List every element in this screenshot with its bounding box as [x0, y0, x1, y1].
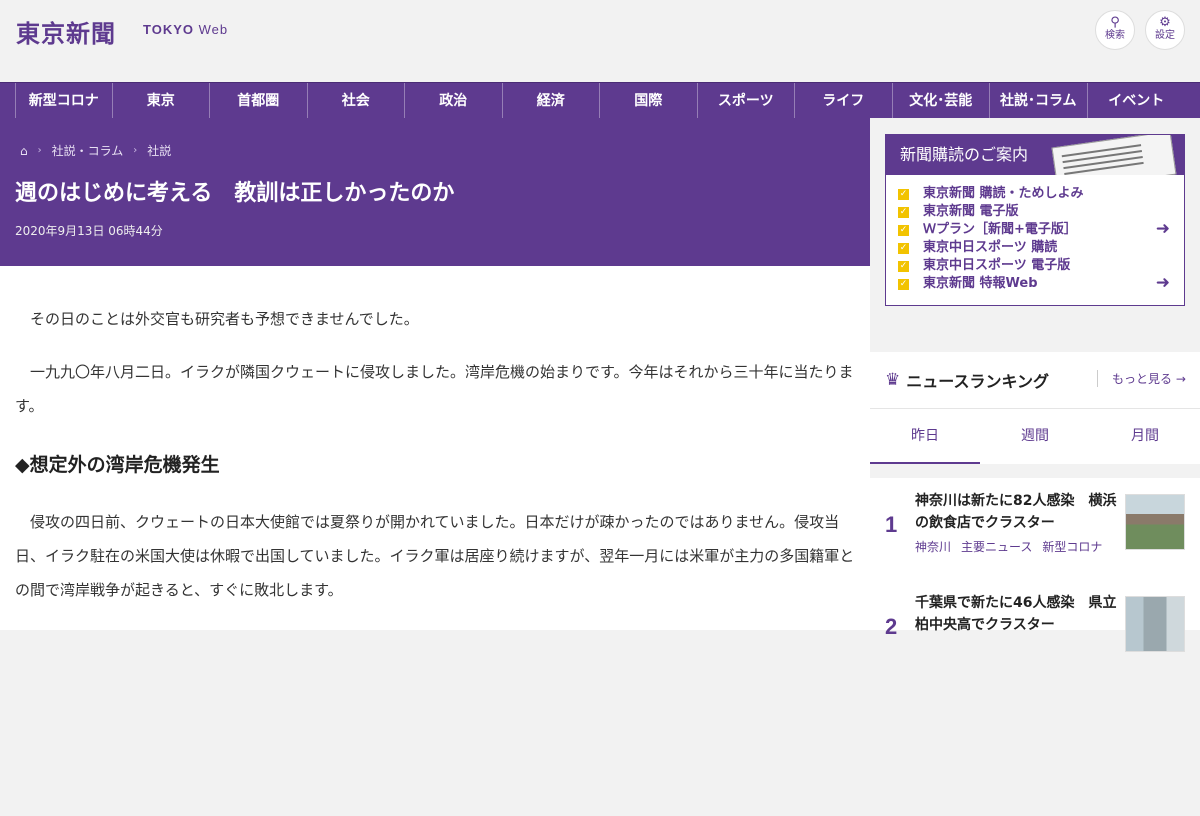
arrow-right-icon: →: [1175, 372, 1186, 386]
ranking-headline[interactable]: 神奈川は新たに82人感染 横浜の飲食店でクラスター: [915, 490, 1120, 534]
nav-item-tokyo[interactable]: 東京: [113, 83, 210, 119]
breadcrumb-separator-icon: ›: [37, 145, 42, 156]
subscription-item[interactable]: ✓ Ｗプラン［新聞+電子版］: [898, 221, 1084, 239]
login-icon[interactable]: ➜: [1156, 219, 1170, 239]
tag-link[interactable]: 神奈川: [915, 538, 951, 555]
checkbox-icon: ✓: [898, 206, 909, 218]
nav-item-metro[interactable]: 首都圏: [210, 83, 308, 119]
home-icon[interactable]: ⌂: [20, 144, 28, 158]
ranking-number: 2: [885, 614, 898, 639]
main-nav: 新型コロナ 東京 首都圏 社会 政治 経済 国際 スポーツ ライフ 文化･芸能 …: [0, 82, 1200, 119]
site-logo[interactable]: 東京新聞: [16, 14, 116, 49]
gear-icon: ⚙: [1159, 15, 1171, 30]
ranking-title: ♛ ニュースランキング: [885, 368, 1049, 392]
divider: [870, 806, 1200, 816]
tab-yesterday[interactable]: 昨日: [870, 409, 980, 464]
logo-en-light: Web: [198, 22, 229, 37]
article-paragraph: 侵攻の四日前、クウェートの日本大使館では夏祭りが開かれていました。日本だけが疎か…: [15, 513, 855, 599]
subscription-item[interactable]: ✓ 東京新聞 購読・ためしよみ: [898, 185, 1084, 203]
article-subheading: ◆想定外の湾岸危機発生: [15, 454, 220, 476]
subscription-box-header[interactable]: 新聞購読のご案内: [886, 135, 1184, 175]
tab-weekly[interactable]: 週間: [980, 409, 1090, 464]
article-paragraph: 一九九〇年八月二日。イラクが隣国クウェートに侵攻しました。湾岸危機の始まりです。…: [15, 363, 854, 415]
checkbox-icon: ✓: [898, 260, 909, 272]
article-paragraph: その日のことは外交官も研究者も予想できませんでした。: [30, 310, 419, 328]
sidebar: 新聞購読のご案内 ✓ 東京新聞 購読・ためしよみ ✓ 東京新聞 電子版 ✓ Ｗプラン［…: [870, 118, 1200, 816]
nav-item-politics[interactable]: 政治: [405, 83, 503, 119]
search-label: 検索: [1105, 30, 1125, 41]
article-header: ⌂ › 社説・コラム › 社説 週のはじめに考える 教訓は正しかったのか 202…: [0, 118, 870, 266]
subscription-item-label: 東京新聞 購読・ためしよみ: [923, 186, 1084, 201]
breadcrumb: ⌂ › 社説・コラム › 社説: [20, 142, 171, 159]
crown-icon: ♛: [885, 370, 901, 390]
subscription-box-title: 新聞購読のご案内: [900, 145, 1029, 164]
subscription-item[interactable]: ✓ 東京新聞 電子版: [898, 203, 1084, 221]
ranking-item[interactable]: 2 千葉県で新たに46人感染 県立柏中央高でクラスター: [885, 592, 1185, 676]
settings-label: 設定: [1155, 30, 1175, 41]
nav-item-editorial[interactable]: 社説･コラム: [990, 83, 1088, 119]
subscription-box: 新聞購読のご案内 ✓ 東京新聞 購読・ためしよみ ✓ 東京新聞 電子版 ✓ Ｗプラン［…: [885, 134, 1185, 306]
nav-item-culture[interactable]: 文化･芸能: [893, 83, 990, 119]
ranking-tags: 神奈川 主要ニュース 新型コロナ: [915, 538, 1102, 555]
subscription-item[interactable]: ✓ 東京中日スポーツ 購読: [898, 239, 1084, 257]
nav-item-society[interactable]: 社会: [308, 83, 405, 119]
ranking-item[interactable]: 1 神奈川は新たに82人感染 横浜の飲食店でクラスター 神奈川 主要ニュース 新…: [885, 490, 1185, 574]
subscription-item[interactable]: ✓ 東京新聞 特報Web: [898, 275, 1084, 293]
newspaper-image: [1051, 135, 1177, 175]
ranking-title-text: ニュースランキング: [906, 372, 1049, 391]
ranking-headline[interactable]: 千葉県で新たに46人感染 県立柏中央高でクラスター: [915, 592, 1120, 636]
subscription-item-label: 東京新聞 電子版: [923, 204, 1019, 219]
tag-link[interactable]: 新型コロナ: [1042, 538, 1102, 555]
nav-item-sports[interactable]: スポーツ: [698, 83, 795, 119]
ranking-tabs: 昨日 週間 月間: [870, 408, 1200, 464]
settings-button[interactable]: ⚙ 設定: [1145, 10, 1185, 50]
tab-monthly[interactable]: 月間: [1090, 409, 1200, 464]
nav-item-economy[interactable]: 経済: [503, 83, 600, 119]
nav-item-life[interactable]: ライフ: [795, 83, 893, 119]
breadcrumb-item-shasetsu[interactable]: 社説: [147, 142, 171, 159]
nav-item-world[interactable]: 国際: [600, 83, 698, 119]
ranking-thumbnail[interactable]: [1125, 596, 1185, 652]
subscription-item-label: 東京新聞 特報Web: [923, 276, 1038, 291]
site-logo-en[interactable]: TOKYO Web: [143, 22, 228, 37]
checkbox-icon: ✓: [898, 224, 909, 236]
nav-item-events[interactable]: イベント: [1088, 83, 1186, 119]
search-button[interactable]: ⚲ 検索: [1095, 10, 1135, 50]
ranking-more-link[interactable]: もっと見る →: [1097, 370, 1186, 387]
checkbox-icon: ✓: [898, 278, 909, 290]
login-icon[interactable]: ➜: [1156, 273, 1170, 293]
subscription-item[interactable]: ✓ 東京中日スポーツ 電子版: [898, 257, 1084, 275]
article-date: 2020年9月13日 06時44分: [15, 224, 163, 238]
breadcrumb-item-editorial[interactable]: 社説・コラム: [52, 142, 124, 159]
ranking-number: 1: [885, 512, 898, 537]
article-body: その日のことは外交官も研究者も予想できませんでした。 一九九〇年八月二日。イラク…: [0, 266, 870, 630]
search-icon: ⚲: [1110, 15, 1120, 30]
logo-en-bold: TOKYO: [143, 22, 194, 37]
breadcrumb-separator-icon: ›: [133, 145, 138, 156]
subscription-list: ✓ 東京新聞 購読・ためしよみ ✓ 東京新聞 電子版 ✓ Ｗプラン［新聞+電子版］ ✓…: [898, 185, 1084, 293]
nav-item-corona[interactable]: 新型コロナ: [15, 83, 113, 119]
ranking-thumbnail[interactable]: [1125, 494, 1185, 550]
subscription-item-label: Ｗプラン［新聞+電子版］: [923, 222, 1077, 237]
divider: [870, 464, 1200, 478]
tag-link[interactable]: 主要ニュース: [961, 538, 1032, 555]
checkbox-icon: ✓: [898, 242, 909, 254]
site-header: 東京新聞 TOKYO Web ⚲ 検索 ⚙ 設定: [0, 0, 1200, 82]
subscription-item-label: 東京中日スポーツ 電子版: [923, 258, 1071, 273]
ranking-more-text: もっと見る: [1112, 372, 1173, 386]
checkbox-icon: ✓: [898, 188, 909, 200]
page-title: 週のはじめに考える 教訓は正しかったのか: [15, 181, 455, 206]
subscription-item-label: 東京中日スポーツ 購読: [923, 240, 1058, 255]
news-ranking: ♛ ニュースランキング もっと見る → 昨日 週間 月間 1 神奈川は新たに82…: [870, 352, 1200, 816]
